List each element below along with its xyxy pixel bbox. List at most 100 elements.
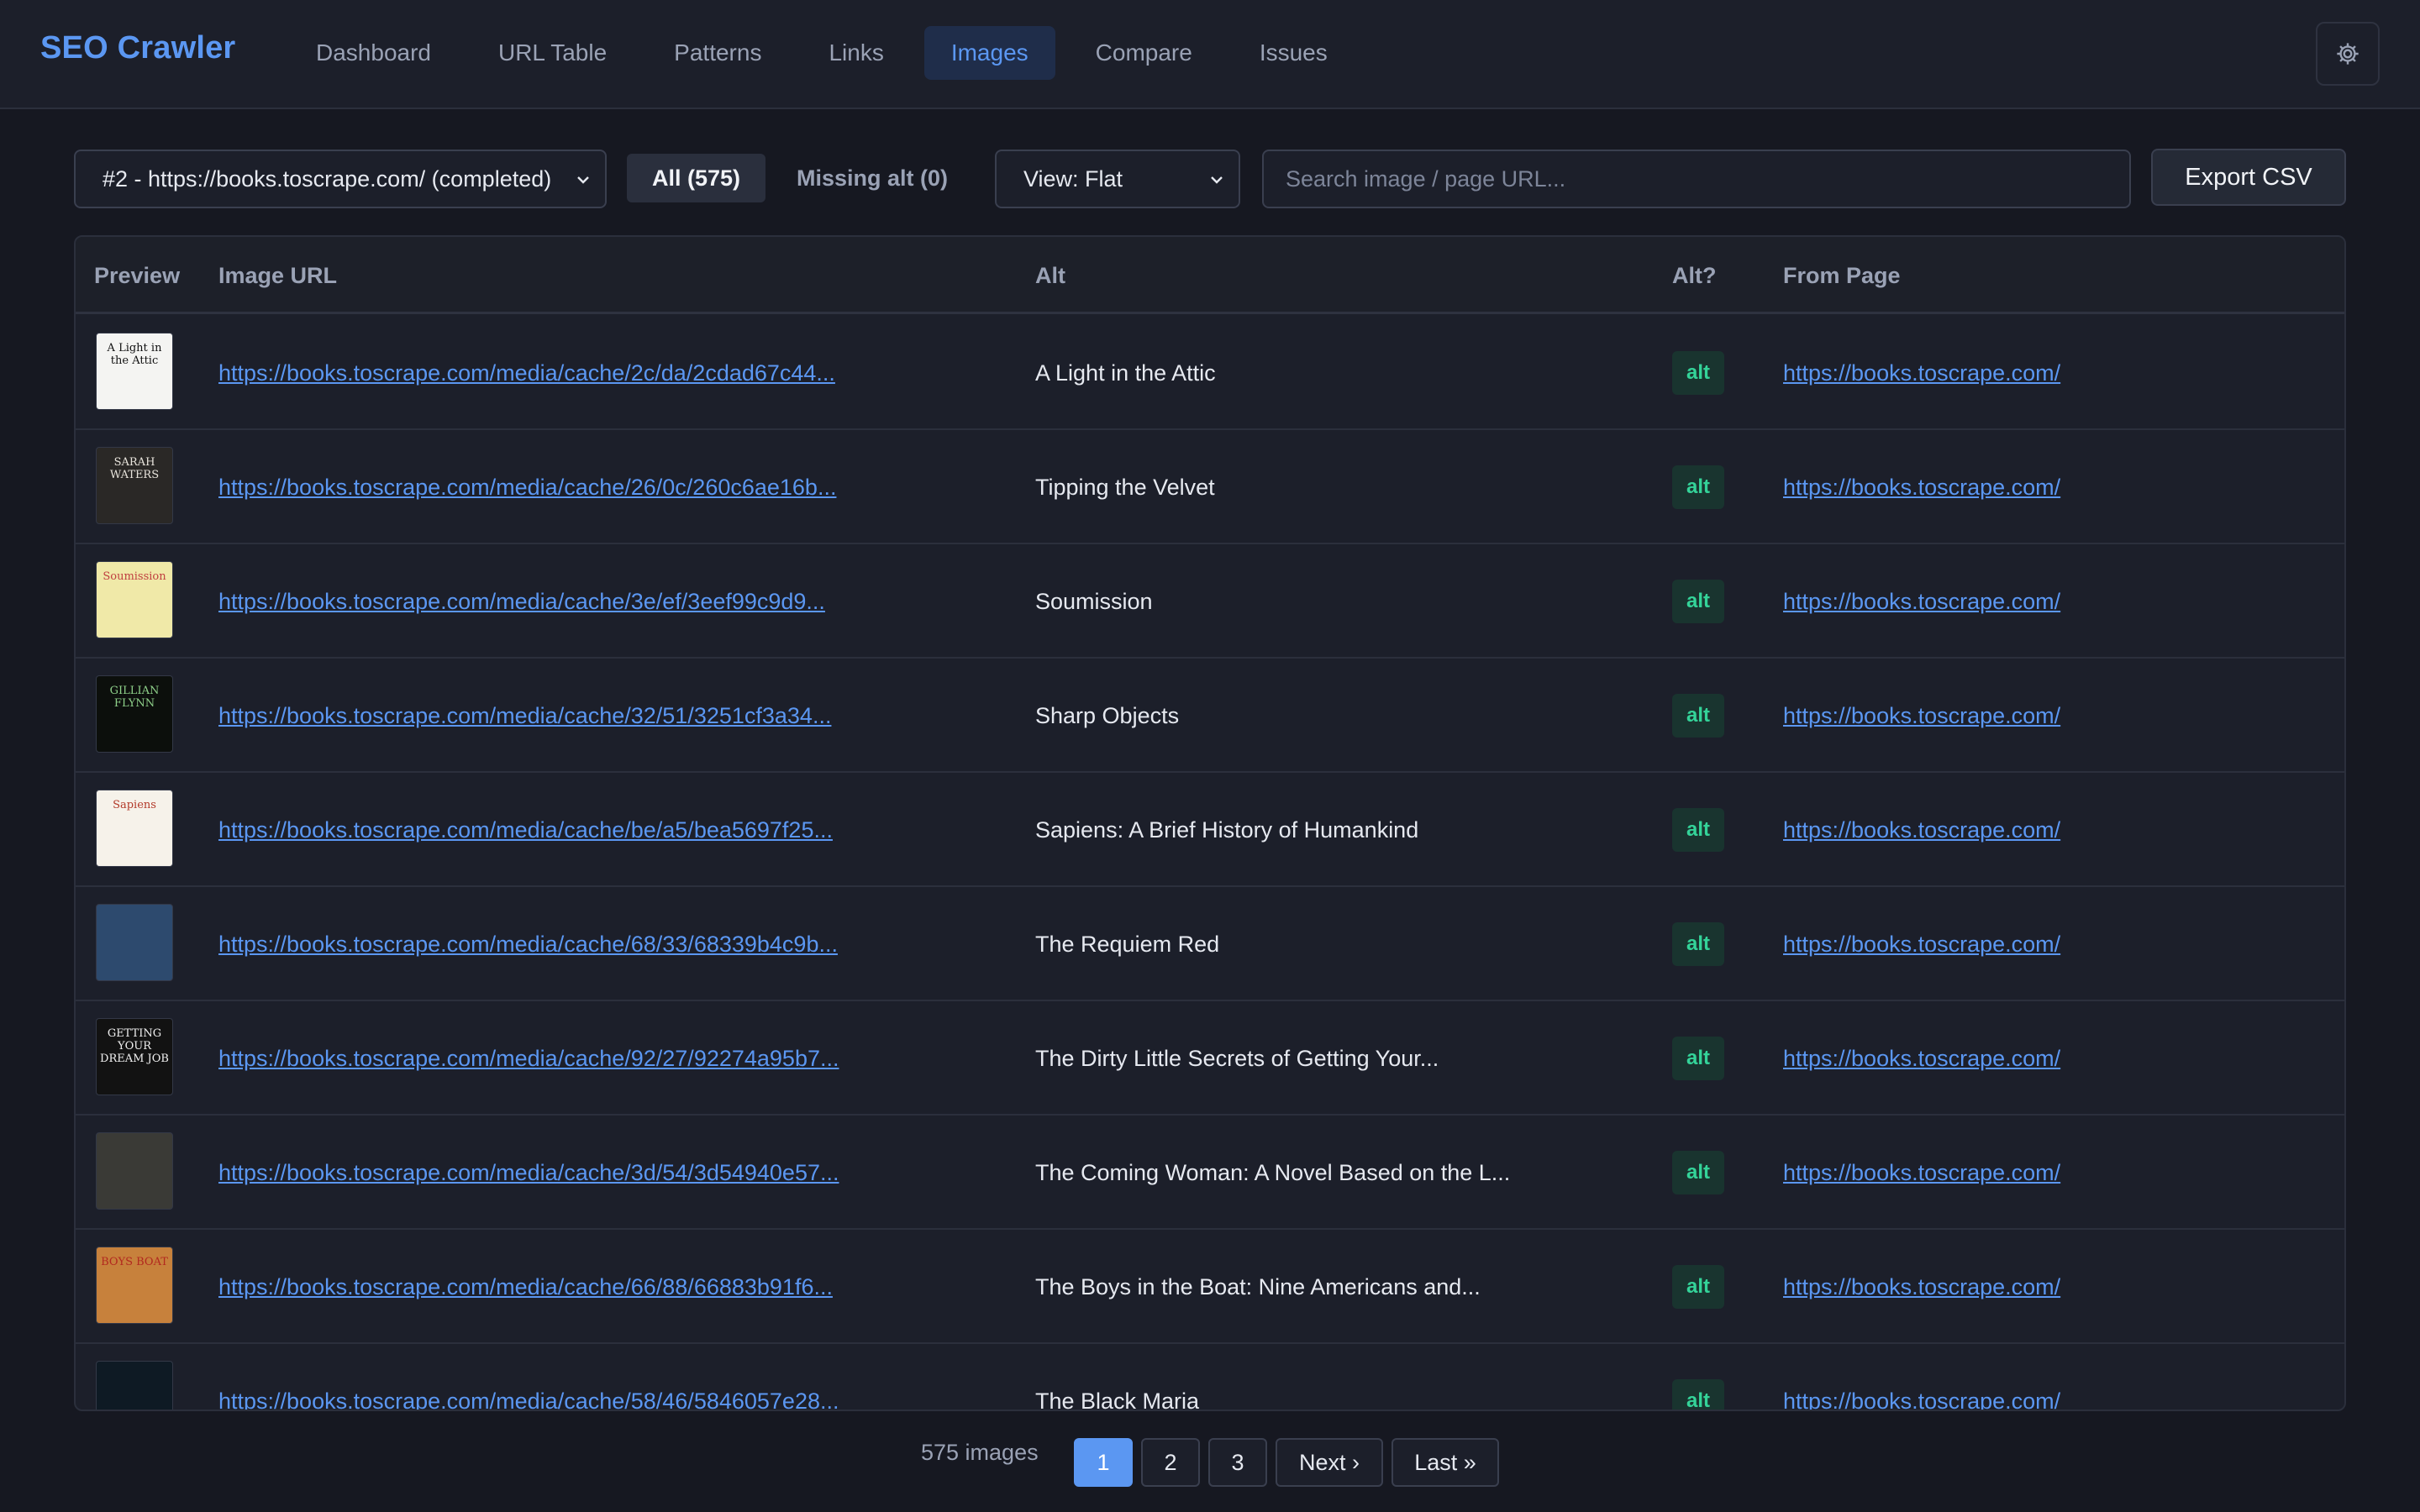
image-url-link[interactable]: https://books.toscrape.com/media/cache/b… bbox=[218, 773, 833, 887]
book-cover-thumbnail[interactable]: GILLIAN FLYNN bbox=[96, 675, 173, 753]
image-url-link[interactable]: https://books.toscrape.com/media/cache/3… bbox=[218, 659, 831, 773]
alt-text: A Light in the Attic bbox=[1035, 360, 1216, 386]
alt-status-badge: alt bbox=[1672, 465, 1724, 509]
alt-status-badge: alt bbox=[1672, 694, 1724, 738]
image-url-link[interactable]: https://books.toscrape.com/media/cache/6… bbox=[218, 887, 838, 1001]
alt-status-badge: alt bbox=[1672, 808, 1724, 852]
nav-patterns[interactable]: Patterns bbox=[647, 26, 788, 80]
cover-title-art: A Light in the Attic bbox=[107, 342, 162, 367]
table-row: BOYS BOAT https://books.toscrape.com/medi… bbox=[76, 1230, 2344, 1344]
last-page-button[interactable]: Last » bbox=[1392, 1438, 1499, 1487]
book-cover-thumbnail[interactable] bbox=[96, 1361, 173, 1410]
main-nav: Dashboard URL Table Patterns Links Image… bbox=[289, 26, 1368, 80]
alt-text: Sapiens: A Brief History of Humankind bbox=[1035, 817, 1419, 843]
nav-issues[interactable]: Issues bbox=[1233, 26, 1355, 80]
chevron-down-icon bbox=[577, 176, 589, 184]
next-page-button[interactable]: Next › bbox=[1276, 1438, 1383, 1487]
image-url-link[interactable]: https://books.toscrape.com/media/cache/9… bbox=[218, 1001, 839, 1116]
alt-text: The Black Maria bbox=[1035, 1389, 1200, 1411]
nav-dashboard[interactable]: Dashboard bbox=[289, 26, 458, 80]
from-page-link[interactable]: https://books.toscrape.com/ bbox=[1783, 1001, 2060, 1116]
view-select-value: View: Flat bbox=[1023, 165, 1123, 192]
alt-status-badge: alt bbox=[1672, 1151, 1724, 1194]
alt-text: Soumission bbox=[1035, 589, 1153, 614]
filter-all[interactable]: All (575) bbox=[627, 154, 766, 202]
page-3-button[interactable]: 3 bbox=[1208, 1438, 1267, 1487]
cover-title-art: BOYS BOAT bbox=[101, 1256, 168, 1268]
filter-missing-alt[interactable]: Missing alt (0) bbox=[771, 154, 973, 202]
table-row: Soumission https://books.toscrape.com/med… bbox=[76, 544, 2344, 659]
nav-url-table[interactable]: URL Table bbox=[471, 26, 634, 80]
alt-status-badge: alt bbox=[1672, 580, 1724, 623]
image-url-link[interactable]: https://books.toscrape.com/media/cache/3… bbox=[218, 544, 825, 659]
col-image-url[interactable]: Image URL bbox=[218, 237, 337, 314]
alt-text: The Requiem Red bbox=[1035, 932, 1220, 957]
alt-text: The Coming Woman: A Novel Based on the L… bbox=[1035, 1160, 1511, 1185]
image-url-link[interactable]: https://books.toscrape.com/media/cache/3… bbox=[218, 1116, 839, 1230]
from-page-link[interactable]: https://books.toscrape.com/ bbox=[1783, 430, 2060, 544]
col-alt[interactable]: Alt bbox=[1035, 237, 1065, 314]
from-page-link[interactable]: https://books.toscrape.com/ bbox=[1783, 316, 2060, 430]
view-select[interactable]: View: Flat bbox=[995, 150, 1240, 208]
table-row: SARAH WATERS https://books.toscrape.com/m… bbox=[76, 430, 2344, 544]
alt-status-badge: alt bbox=[1672, 1037, 1724, 1080]
crawl-select-value: #2 - https://books.toscrape.com/ (comple… bbox=[103, 165, 552, 192]
table-header: Preview Image URL Alt Alt? From Page bbox=[76, 237, 2344, 314]
table-row: https://books.toscrape.com/media/cache/6… bbox=[76, 887, 2344, 1001]
cover-title-art: GILLIAN FLYNN bbox=[109, 685, 160, 710]
images-toolbar: #2 - https://books.toscrape.com/ (comple… bbox=[74, 149, 2346, 208]
from-page-link[interactable]: https://books.toscrape.com/ bbox=[1783, 887, 2060, 1001]
image-url-link[interactable]: https://books.toscrape.com/media/cache/2… bbox=[218, 430, 836, 544]
top-nav-bar: SEO Crawler Dashboard URL Table Patterns… bbox=[0, 0, 2420, 109]
from-page-link[interactable]: https://books.toscrape.com/ bbox=[1783, 773, 2060, 887]
book-cover-thumbnail[interactable] bbox=[96, 904, 173, 981]
alt-status-badge: alt bbox=[1672, 1379, 1724, 1410]
image-url-link[interactable]: https://books.toscrape.com/media/cache/2… bbox=[218, 316, 835, 430]
book-cover-thumbnail[interactable]: A Light in the Attic bbox=[96, 333, 173, 410]
alt-text: The Dirty Little Secrets of Getting Your… bbox=[1035, 1046, 1439, 1071]
alt-text: The Boys in the Boat: Nine Americans and… bbox=[1035, 1274, 1481, 1299]
book-cover-thumbnail[interactable]: BOYS BOAT bbox=[96, 1247, 173, 1324]
col-alt-flag[interactable]: Alt? bbox=[1672, 237, 1716, 314]
cover-title-art: GETTING YOUR DREAM JOB bbox=[100, 1027, 169, 1065]
table-row: GETTING YOUR DREAM JOB https://books.tosc… bbox=[76, 1001, 2344, 1116]
table-row: GILLIAN FLYNN https://books.toscrape.com/… bbox=[76, 659, 2344, 773]
table-row: https://books.toscrape.com/media/cache/3… bbox=[76, 1116, 2344, 1230]
book-cover-thumbnail[interactable]: Sapiens bbox=[96, 790, 173, 867]
cover-title-art: Sapiens bbox=[113, 799, 156, 811]
book-cover-thumbnail[interactable]: Soumission bbox=[96, 561, 173, 638]
settings-button[interactable] bbox=[2316, 22, 2380, 86]
book-cover-thumbnail[interactable]: GETTING YOUR DREAM JOB bbox=[96, 1018, 173, 1095]
nav-compare[interactable]: Compare bbox=[1069, 26, 1219, 80]
book-cover-thumbnail[interactable]: SARAH WATERS bbox=[96, 447, 173, 524]
alt-status-badge: alt bbox=[1672, 351, 1724, 395]
app-title[interactable]: SEO Crawler bbox=[40, 30, 235, 66]
alt-status-badge: alt bbox=[1672, 1265, 1724, 1309]
crawl-select[interactable]: #2 - https://books.toscrape.com/ (comple… bbox=[74, 150, 607, 208]
from-page-link[interactable]: https://books.toscrape.com/ bbox=[1783, 544, 2060, 659]
alt-text: Tipping the Velvet bbox=[1035, 475, 1215, 500]
table-row: A Light in the Attic https://books.toscra… bbox=[76, 316, 2344, 430]
page-2-button[interactable]: 2 bbox=[1141, 1438, 1200, 1487]
alt-status-badge: alt bbox=[1672, 922, 1724, 966]
cover-title-art: SARAH WATERS bbox=[109, 456, 160, 481]
col-preview: Preview bbox=[94, 263, 181, 288]
search-input[interactable] bbox=[1262, 150, 2131, 208]
page-1-button[interactable]: 1 bbox=[1074, 1438, 1133, 1487]
image-url-link[interactable]: https://books.toscrape.com/media/cache/5… bbox=[218, 1344, 839, 1410]
from-page-link[interactable]: https://books.toscrape.com/ bbox=[1783, 1344, 2060, 1410]
book-cover-thumbnail[interactable] bbox=[96, 1132, 173, 1210]
cover-title-art: Soumission bbox=[103, 570, 166, 583]
nav-links[interactable]: Links bbox=[802, 26, 910, 80]
col-from-page[interactable]: From Page bbox=[1783, 237, 1901, 314]
from-page-link[interactable]: https://books.toscrape.com/ bbox=[1783, 1116, 2060, 1230]
chevron-down-icon bbox=[1211, 176, 1223, 184]
export-csv-button[interactable]: Export CSV bbox=[2151, 149, 2346, 206]
from-page-link[interactable]: https://books.toscrape.com/ bbox=[1783, 1230, 2060, 1344]
images-table: Preview Image URL Alt Alt? From Page A L… bbox=[74, 235, 2346, 1411]
from-page-link[interactable]: https://books.toscrape.com/ bbox=[1783, 659, 2060, 773]
nav-images[interactable]: Images bbox=[923, 26, 1055, 80]
alt-text: Sharp Objects bbox=[1035, 703, 1180, 728]
image-url-link[interactable]: https://books.toscrape.com/media/cache/6… bbox=[218, 1230, 833, 1344]
table-row: https://books.toscrape.com/media/cache/5… bbox=[76, 1344, 2344, 1411]
